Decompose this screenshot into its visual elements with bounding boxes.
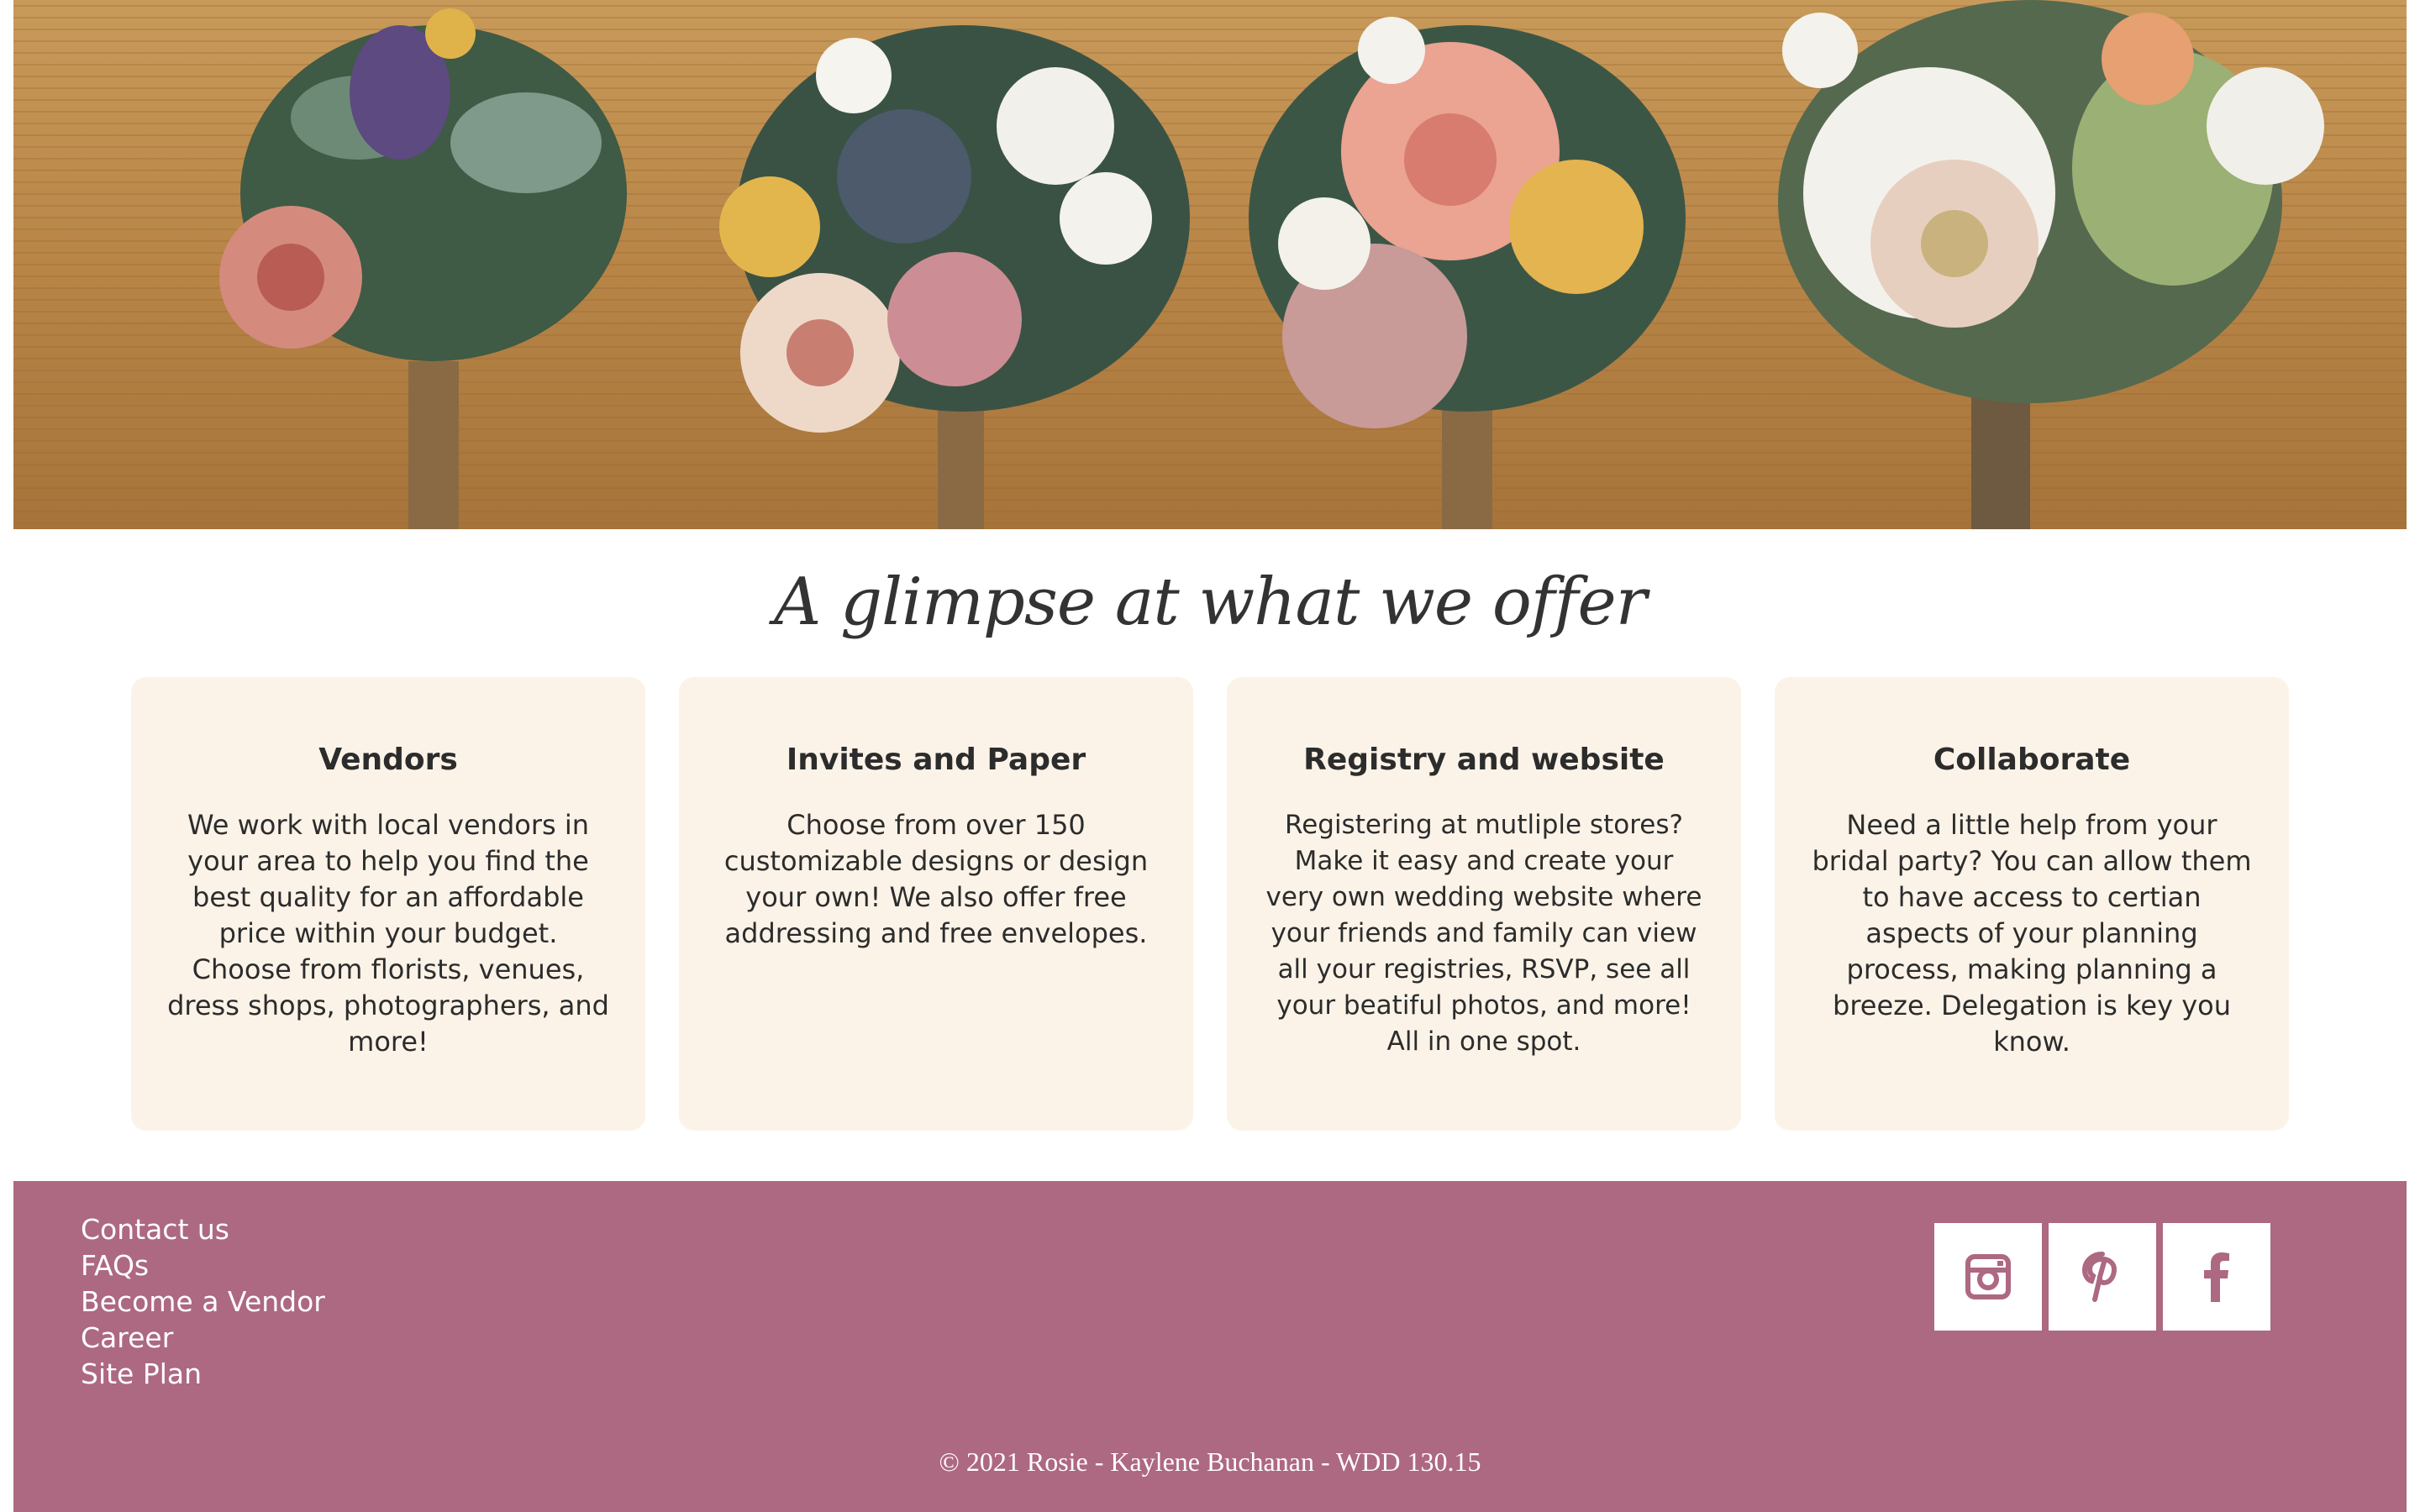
card-text: Need a little help from your bridal part… <box>1812 809 2252 1058</box>
facebook-button[interactable] <box>2163 1223 2270 1331</box>
card-invites-and-paper: Invites and Paper Choose from over 150 c… <box>679 677 1193 1131</box>
card-vendors: Vendors We work with local vendors in yo… <box>131 677 645 1131</box>
card-collaborate: Collaborate Need a little help from your… <box>1775 677 2289 1131</box>
card-title: Vendors <box>318 743 458 777</box>
copyright: © 2021 Rosie - Kaylene Buchanan - WDD 13… <box>939 1446 1481 1477</box>
card-registry-and-website: Registry and website Registering at mutl… <box>1227 677 1741 1131</box>
section-title: A glimpse at what we offer <box>774 564 1647 640</box>
hero-image <box>13 0 2407 529</box>
page: A glimpse at what we offer Vendors We wo… <box>13 0 2407 1512</box>
instagram-icon <box>1965 1254 2011 1299</box>
card-title: Invites and Paper <box>786 743 1086 777</box>
footer: Contact us FAQs Become a Vendor Career S… <box>13 1181 2407 1512</box>
card-title: Collaborate <box>1933 743 2131 777</box>
footer-link-faqs[interactable]: FAQs <box>81 1247 325 1284</box>
card-text: We work with local vendors in your area … <box>167 809 609 1058</box>
footer-link-site-plan[interactable]: Site Plan <box>81 1356 325 1392</box>
offer-cards: Vendors We work with local vendors in yo… <box>131 677 2302 1131</box>
pinterest-icon <box>2081 1252 2118 1302</box>
card-text: Choose from over 150 customizable design… <box>723 809 1149 949</box>
card-title: Registry and website <box>1303 743 1665 777</box>
footer-nav: Contact us FAQs Become a Vendor Career S… <box>81 1211 325 1392</box>
instagram-button[interactable] <box>1934 1223 2042 1331</box>
footer-link-become-a-vendor[interactable]: Become a Vendor <box>81 1284 325 1320</box>
card-text: Registering at mutliple stores? Make it … <box>1265 810 1702 1057</box>
footer-link-contact-us[interactable]: Contact us <box>81 1211 325 1247</box>
social-links <box>1934 1223 2270 1331</box>
pinterest-button[interactable] <box>2049 1223 2156 1331</box>
footer-link-career[interactable]: Career <box>81 1320 325 1356</box>
facebook-icon <box>2204 1252 2229 1302</box>
hero-flowers-illustration <box>13 0 2407 529</box>
